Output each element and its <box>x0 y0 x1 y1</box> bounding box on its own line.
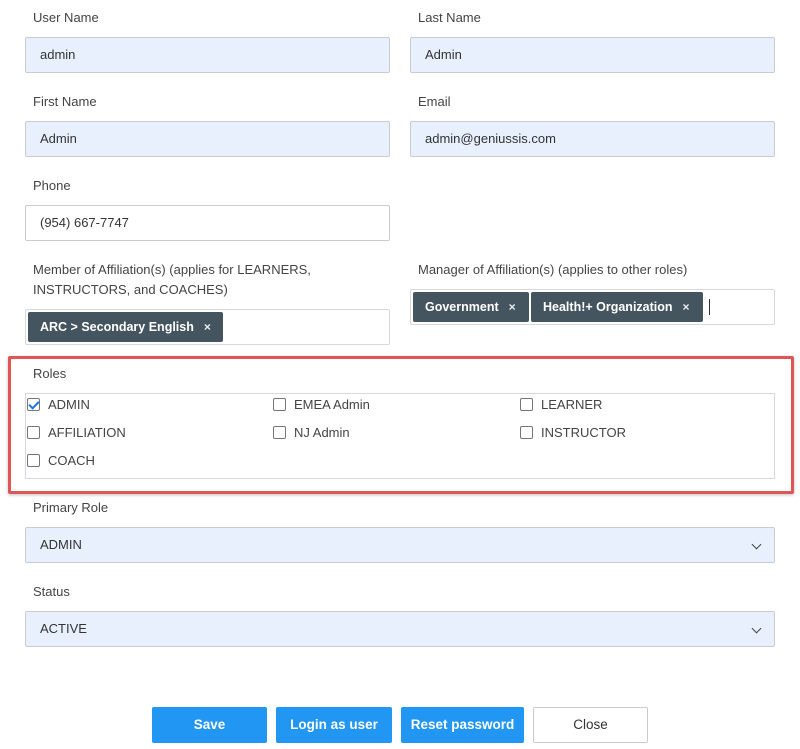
primary-role-label: Primary Role <box>33 500 109 515</box>
tag-label: Health!+ Organization <box>543 300 673 314</box>
status-select[interactable]: ACTIVE <box>25 611 775 647</box>
role-label: AFFILIATION <box>48 425 126 440</box>
member-affiliation-input[interactable]: ARC > Secondary English × <box>25 309 390 345</box>
member-affiliation-label-line2: INSTRUCTORS, and COACHES) <box>33 282 228 297</box>
checkbox-icon[interactable] <box>520 426 533 439</box>
manager-affiliation-tag: Health!+ Organization × <box>531 292 703 322</box>
tag-remove-icon[interactable]: × <box>683 300 690 314</box>
member-affiliation-tag: ARC > Secondary English × <box>28 312 223 342</box>
username-field[interactable]: admin <box>25 37 390 73</box>
primary-role-value: ADMIN <box>40 537 82 552</box>
role-label: EMEA Admin <box>294 397 370 412</box>
checkbox-icon[interactable] <box>520 398 533 411</box>
reset-password-button[interactable]: Reset password <box>401 707 524 743</box>
save-button[interactable]: Save <box>152 707 267 743</box>
member-affiliation-label-line1: Member of Affiliation(s) (applies for LE… <box>33 262 311 277</box>
checkbox-icon[interactable] <box>273 398 286 411</box>
role-label: ADMIN <box>48 397 90 412</box>
manager-affiliation-tag: Government × <box>413 292 529 322</box>
phone-field[interactable]: (954) 667-7747 <box>25 205 390 241</box>
lastname-field[interactable]: Admin <box>410 37 775 73</box>
checkbox-icon[interactable] <box>27 426 40 439</box>
primary-role-select[interactable]: ADMIN <box>25 527 775 563</box>
phone-label: Phone <box>33 178 71 193</box>
manager-affiliation-label: Manager of Affiliation(s) (applies to ot… <box>418 262 688 277</box>
roles-group: ADMIN EMEA Admin LEARNER AFFILIATION NJ … <box>25 393 775 479</box>
chevron-down-icon <box>751 539 762 550</box>
lastname-label: Last Name <box>418 10 481 25</box>
roles-label: Roles <box>33 366 67 381</box>
checkbox-icon[interactable] <box>27 454 40 467</box>
tag-remove-icon[interactable]: × <box>204 320 211 334</box>
email-field[interactable]: admin@geniussis.com <box>410 121 775 157</box>
firstname-field[interactable]: Admin <box>25 121 390 157</box>
tag-remove-icon[interactable]: × <box>509 300 516 314</box>
tag-label: ARC > Secondary English <box>40 320 194 334</box>
role-label: LEARNER <box>541 397 603 412</box>
tag-label: Government <box>425 300 499 314</box>
role-label: COACH <box>48 453 95 468</box>
status-label: Status <box>33 584 70 599</box>
chevron-down-icon <box>751 623 762 634</box>
role-label: INSTRUCTOR <box>541 425 626 440</box>
email-label: Email <box>418 94 451 109</box>
manager-affiliation-input[interactable]: Government × Health!+ Organization × <box>410 289 775 325</box>
role-label: NJ Admin <box>294 425 350 440</box>
text-caret <box>709 299 710 315</box>
firstname-label: First Name <box>33 94 97 109</box>
status-value: ACTIVE <box>40 621 87 636</box>
close-button[interactable]: Close <box>533 707 648 743</box>
login-as-user-button[interactable]: Login as user <box>276 707 392 743</box>
checkbox-checked-icon[interactable] <box>27 398 40 411</box>
username-label: User Name <box>33 10 99 25</box>
checkbox-icon[interactable] <box>273 426 286 439</box>
